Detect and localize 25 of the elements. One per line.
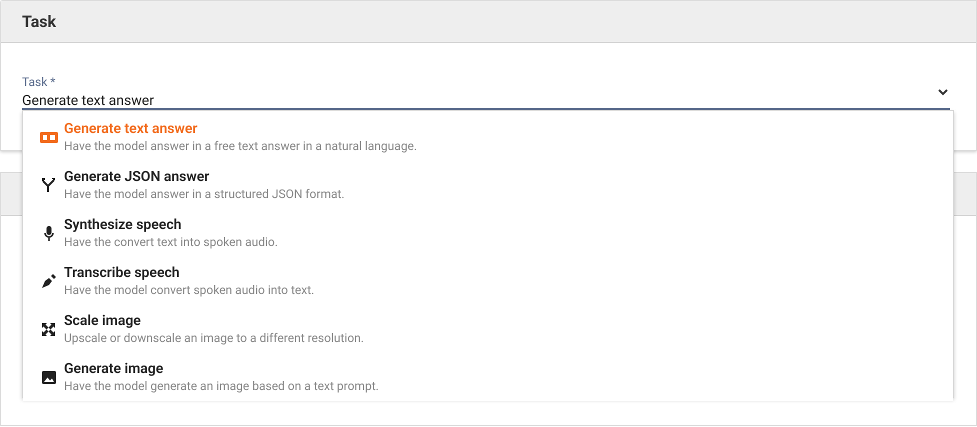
text-card-icon [40, 132, 58, 142]
menu-item[interactable]: Generate image Have the model generate an image based on a text prompt. [23, 353, 953, 401]
image-icon [42, 370, 56, 384]
item-title: Scale image [64, 312, 142, 330]
item-description: Upscale or downscale an image to a different resolution. [64, 330, 364, 346]
item-title: Synthesize speech [64, 216, 182, 234]
item-title: Generate text answer [64, 120, 198, 138]
expand-arrows-icon [42, 322, 55, 336]
chevron-down-icon [938, 89, 948, 96]
pen-nib-icon [42, 274, 56, 288]
menu-item[interactable]: Generate JSON answer Have the model answer in a structured JSON format. [23, 161, 953, 209]
item-description: Have the model generate an image based on a text prompt. [64, 378, 379, 394]
item-description: Have the convert text into spoken audio. [64, 234, 278, 250]
item-title: Generate image [64, 360, 164, 378]
split-arrow-icon [42, 178, 56, 192]
card-title: Task [22, 10, 56, 32]
item-title: Transcribe speech [64, 264, 181, 282]
menu-item[interactable]: Scale image Upscale or downscale an image to a different resolution. [23, 305, 953, 353]
item-description: Have the model answer in a free text answer in a natural language. [64, 138, 418, 154]
menu-item[interactable]: Transcribe speech Have the model convert spoken audio into text. [23, 257, 953, 305]
item-description: Have the model answer in a structured JSON format. [64, 186, 345, 202]
menu-item[interactable]: Synthesize speech Have the convert text into spoken audio. [23, 209, 953, 257]
item-description: Have the model convert spoken audio into text. [64, 282, 314, 298]
item-title: Generate JSON answer [64, 168, 210, 186]
microphone-icon [44, 226, 54, 240]
